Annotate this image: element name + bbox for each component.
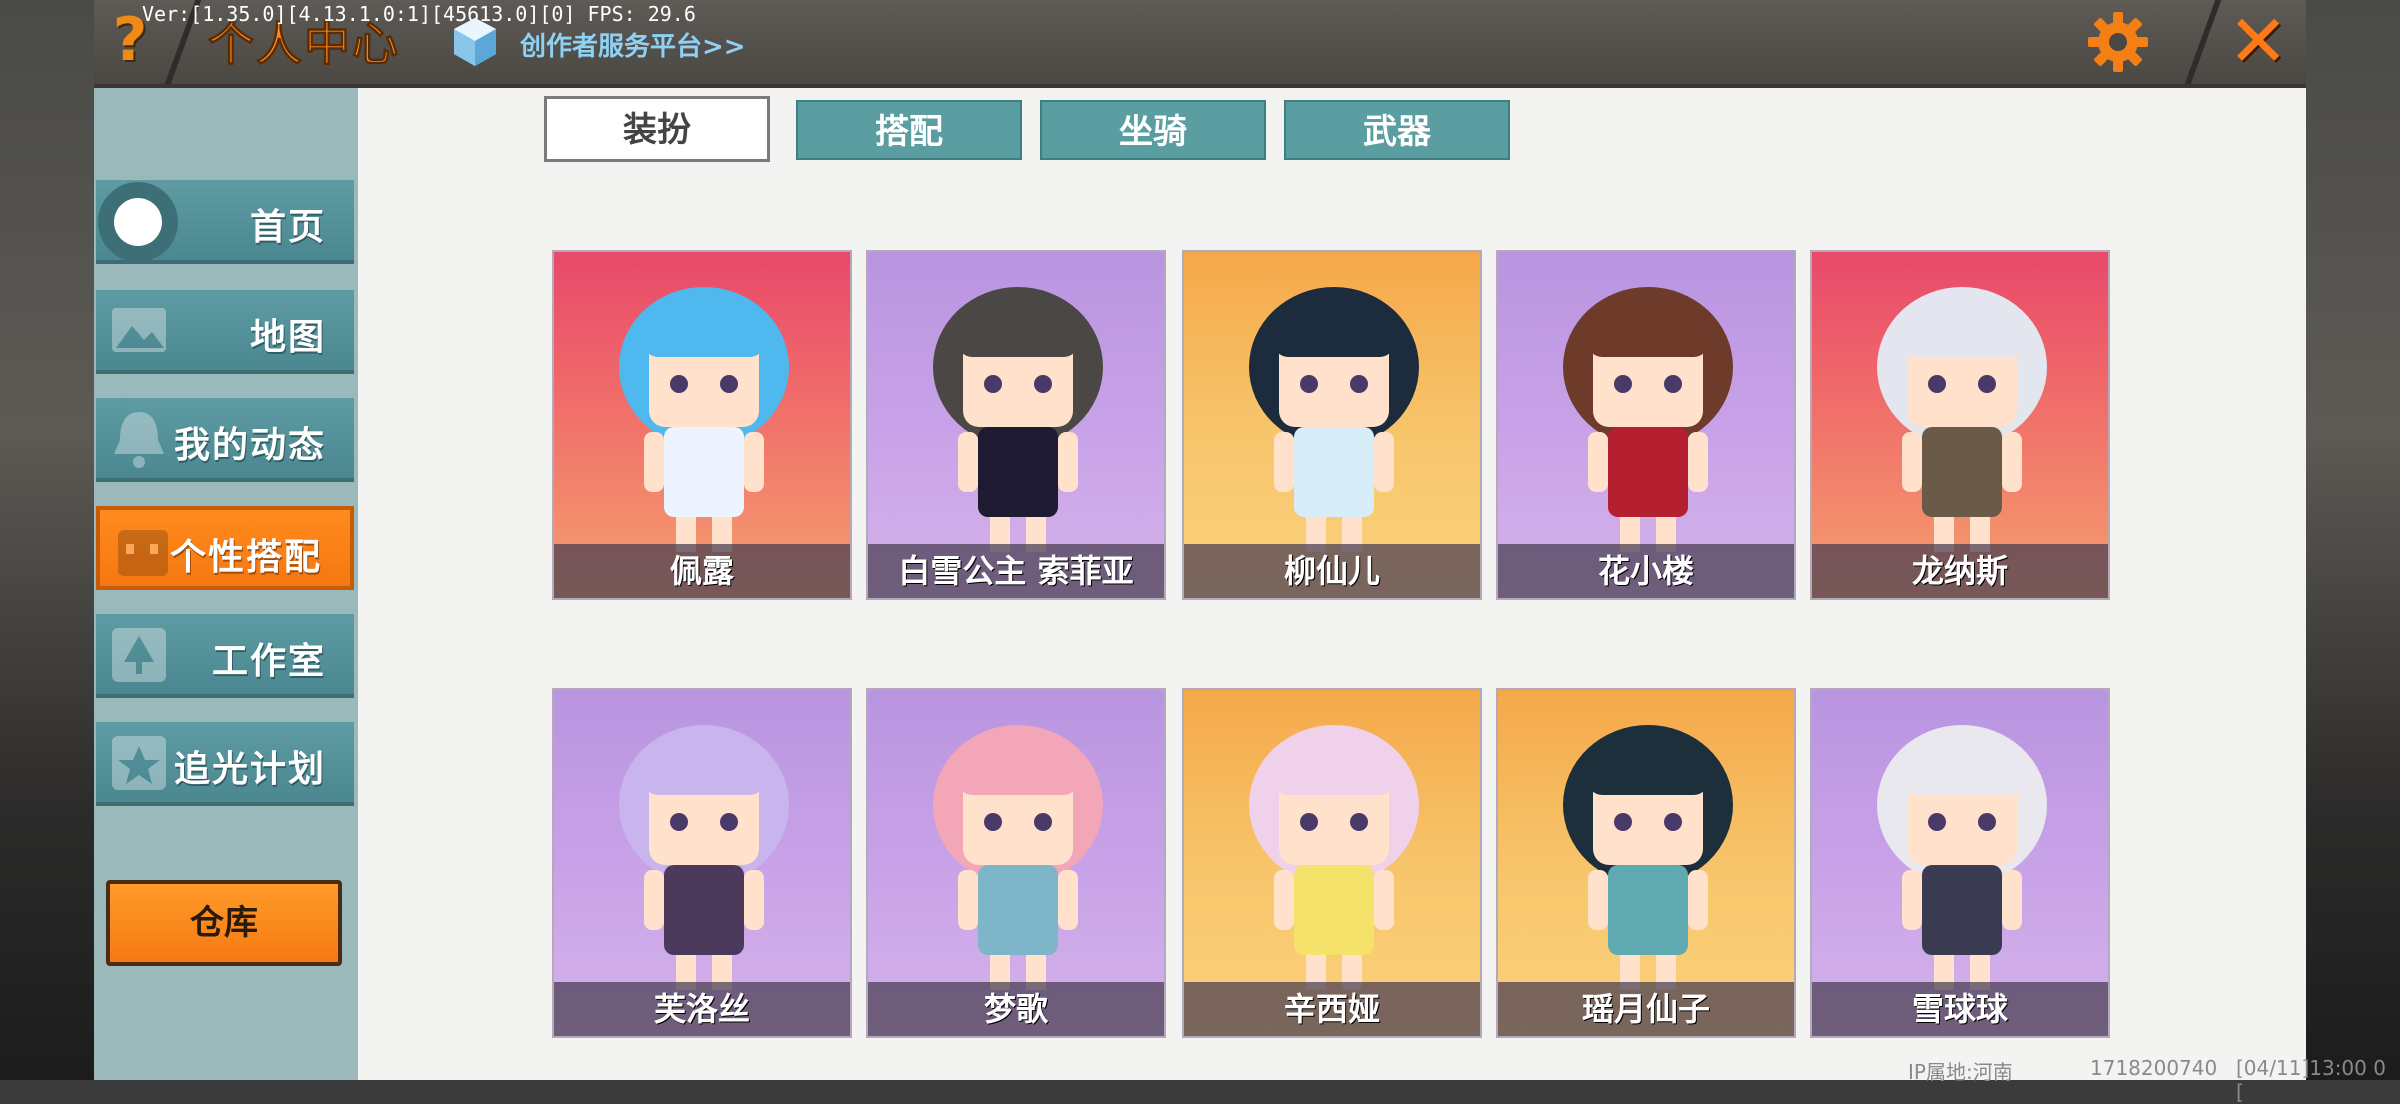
character-avatar: [1877, 725, 2047, 990]
skin-card[interactable]: 雪球球: [1810, 688, 2110, 1038]
timestamp: [04/11]13:00 0 [: [2236, 1056, 2386, 1104]
skin-card[interactable]: 梦歌: [866, 688, 1166, 1038]
ip-location: IP属地:河南: [1908, 1060, 2013, 1084]
skin-card[interactable]: 白雪公主 索菲亚: [866, 250, 1166, 600]
skin-name: 梦歌: [868, 982, 1164, 1036]
character-avatar: [1563, 725, 1733, 990]
gear-icon[interactable]: [2086, 10, 2150, 74]
tab-combo[interactable]: 搭配: [796, 100, 1022, 160]
sidebar-item-label: 个性搭配: [169, 537, 322, 578]
bell-icon: [114, 412, 164, 468]
skin-card[interactable]: 花小楼: [1496, 250, 1796, 600]
character-avatar: [1877, 287, 2047, 552]
tab-mount[interactable]: 坐骑: [1040, 100, 1266, 160]
character-avatar: [933, 287, 1103, 552]
skin-name: 白雪公主 索菲亚: [868, 544, 1164, 598]
game-scene-left: [0, 0, 96, 1080]
skin-name: 花小楼: [1498, 544, 1794, 598]
skin-card[interactable]: 柳仙儿: [1182, 250, 1482, 600]
skin-card[interactable]: 龙纳斯: [1810, 250, 2110, 600]
tab-dress-up[interactable]: 装扮: [544, 96, 770, 162]
character-avatar: [1563, 287, 1733, 552]
tab-weapon[interactable]: 武器: [1284, 100, 1510, 160]
sidebar-item-home[interactable]: 首页: [96, 180, 354, 264]
skin-card[interactable]: 辛西娅: [1182, 688, 1482, 1038]
sidebar-item-my-activity[interactable]: 我的动态: [96, 398, 354, 482]
light-plan-icon: [112, 736, 166, 790]
close-icon[interactable]: ✕: [2228, 5, 2288, 77]
sidebar-item-map[interactable]: 地图: [96, 290, 354, 374]
creator-platform-link[interactable]: 创作者服务平台>>: [520, 26, 746, 63]
user-id: 1718200740: [2090, 1056, 2218, 1080]
sidebar-item-label: 追光计划: [173, 749, 326, 790]
skin-card[interactable]: 芙洛丝: [552, 688, 852, 1038]
sidebar-item-label: 工作室: [211, 641, 326, 682]
sidebar-item-outfit[interactable]: 个性搭配: [96, 506, 354, 590]
sidebar-item-label: 我的动态: [173, 425, 326, 466]
creator-cube-icon[interactable]: [452, 16, 498, 68]
version-text: Ver:[1.35.0][4.13.1.0:1][45613.0][0] FPS…: [142, 2, 696, 26]
skin-name: 柳仙儿: [1184, 544, 1480, 598]
character-avatar: [1249, 287, 1419, 552]
map-icon: [112, 308, 166, 352]
sidebar-item-label: 地图: [249, 317, 326, 358]
character-avatar: [1249, 725, 1419, 990]
skin-card[interactable]: 瑶月仙子: [1496, 688, 1796, 1038]
skin-name: 瑶月仙子: [1498, 982, 1794, 1036]
sidebar-item-label: 首页: [249, 207, 326, 248]
character-avatar: [619, 287, 789, 552]
character-avatar: [619, 725, 789, 990]
tree-icon: [112, 628, 166, 682]
character-icon: [118, 530, 168, 576]
character-avatar: [933, 725, 1103, 990]
home-toggle-icon: [98, 182, 178, 262]
sidebar-item-light-plan[interactable]: 追光计划: [96, 722, 354, 806]
sidebar-item-studio[interactable]: 工作室: [96, 614, 354, 698]
game-scene-right: [2306, 0, 2400, 1080]
skin-name: 辛西娅: [1184, 982, 1480, 1036]
warehouse-button[interactable]: 仓库: [106, 880, 342, 966]
skin-name: 佩露: [554, 544, 850, 598]
skin-name: 芙洛丝: [554, 982, 850, 1036]
skin-card[interactable]: 佩露: [552, 250, 852, 600]
skin-name: 龙纳斯: [1812, 544, 2108, 598]
skin-name: 雪球球: [1812, 982, 2108, 1036]
